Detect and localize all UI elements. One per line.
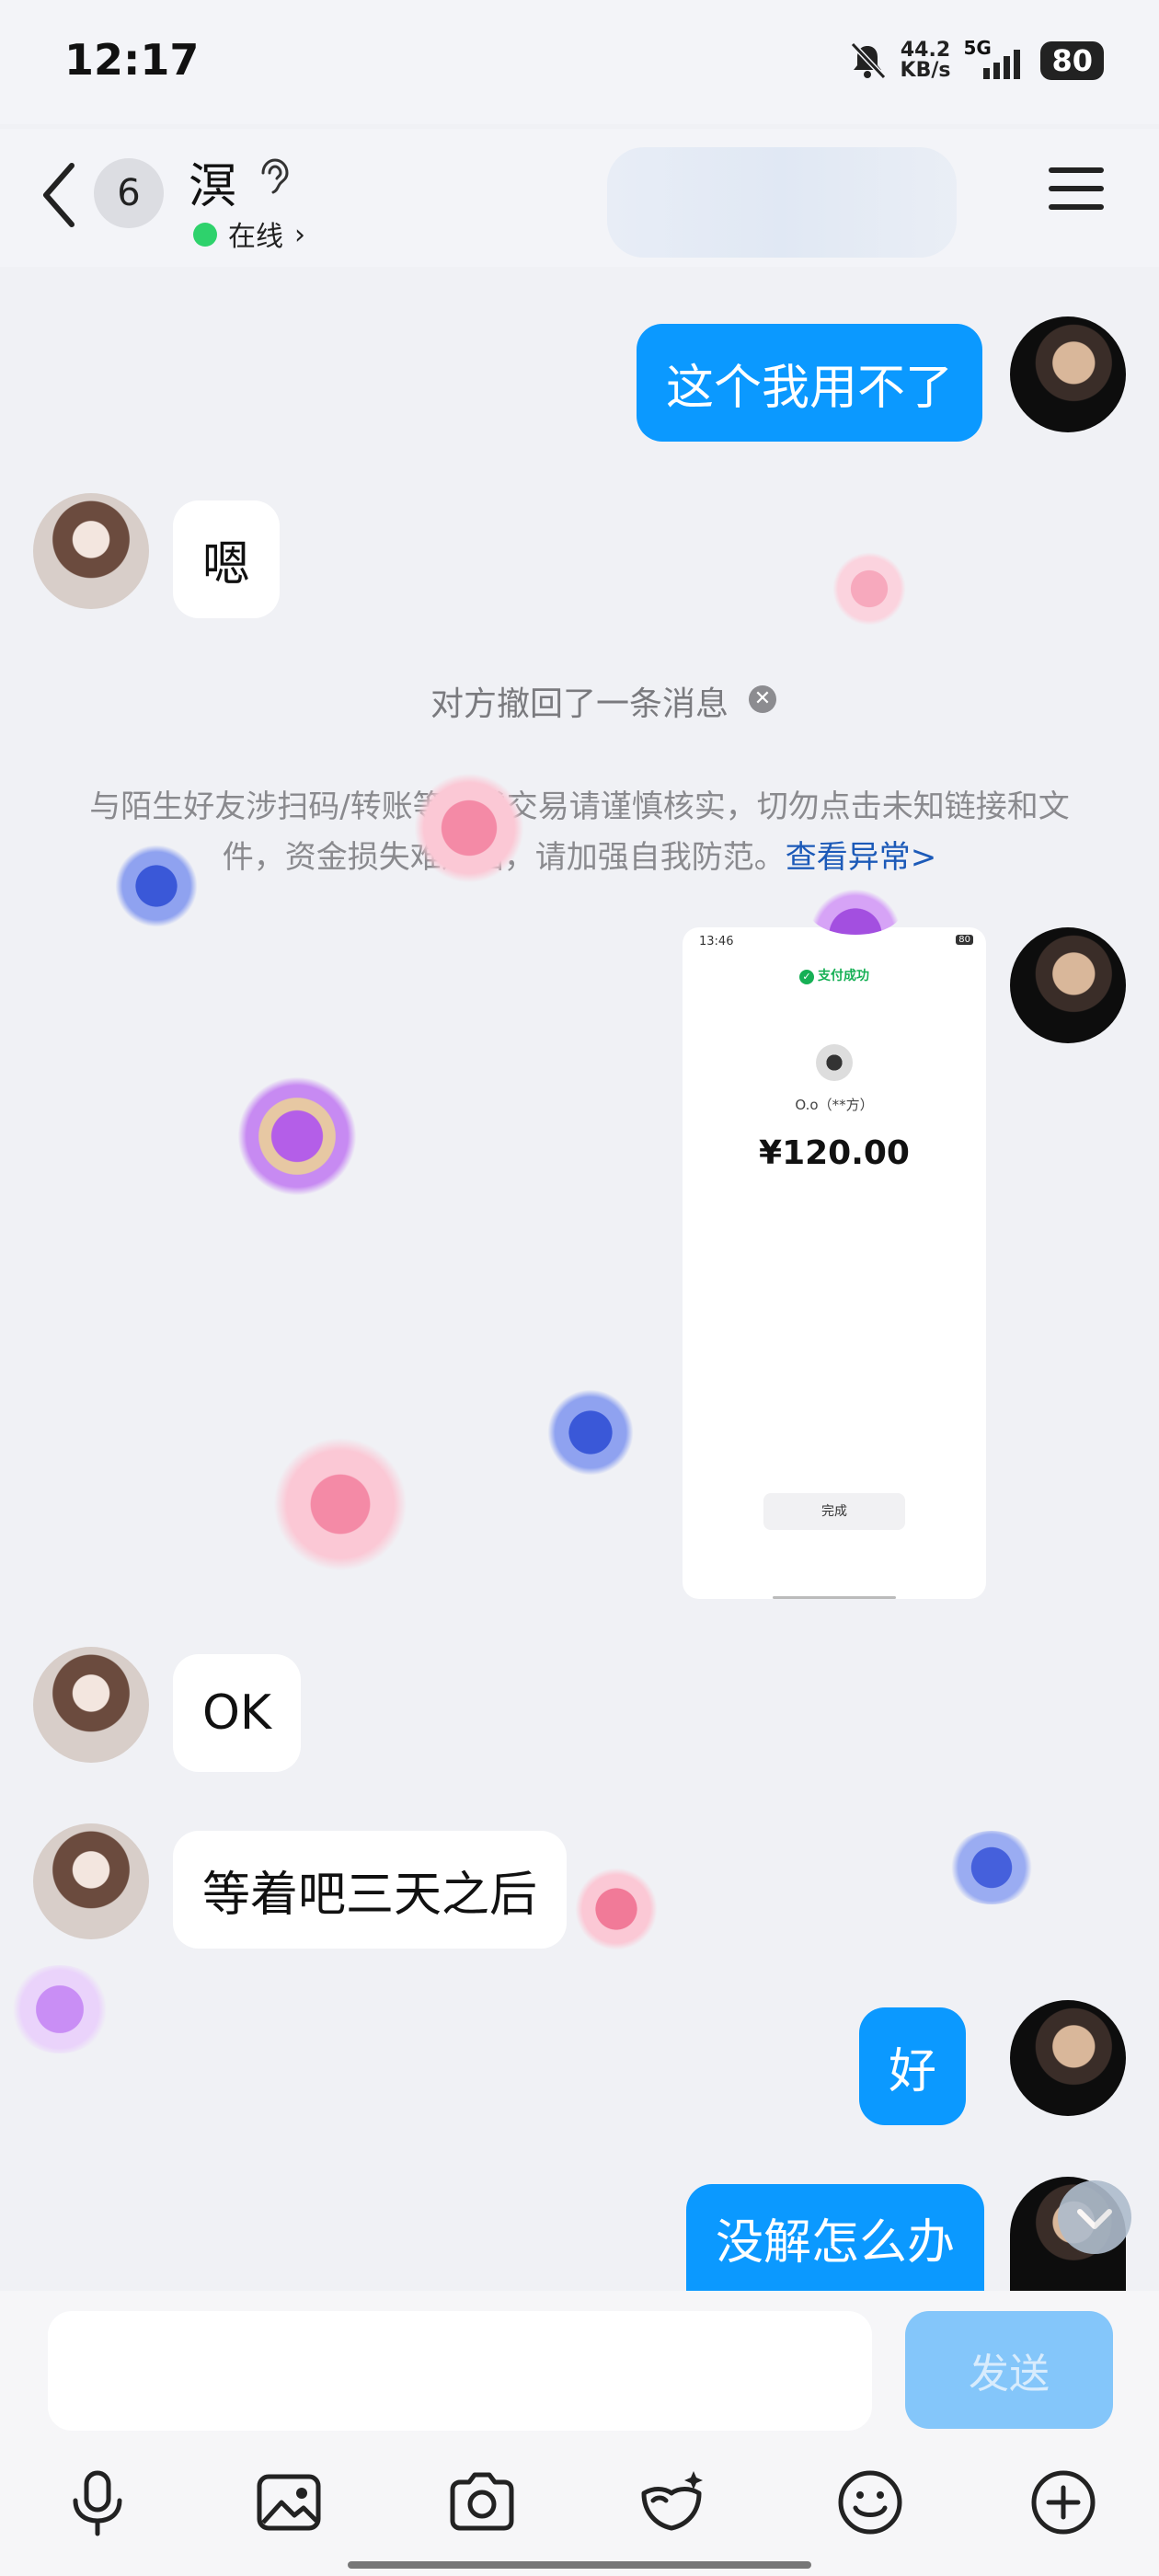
- blurred-region: [607, 147, 957, 258]
- payment-amount: ¥120.00: [759, 1134, 910, 1172]
- outgoing-message[interactable]: 这个我用不了: [637, 324, 983, 442]
- my-avatar[interactable]: [1010, 316, 1126, 432]
- rose-decoration: [115, 845, 198, 927]
- payment-screenshot-image[interactable]: 13:46 80 ✓ 支付成功 O.o（**方） ¥120.00 完成: [683, 927, 986, 1599]
- add-icon[interactable]: [1027, 2466, 1100, 2539]
- screenshot-home-bar: [773, 1596, 896, 1599]
- outgoing-message[interactable]: 好: [859, 2007, 967, 2125]
- magic-mask-icon[interactable]: [635, 2466, 708, 2539]
- view-abnormal-link[interactable]: 查看异常>: [786, 839, 937, 876]
- online-status-dot: [193, 223, 217, 247]
- payee-avatar: [816, 1044, 853, 1081]
- rose-decoration: [271, 1435, 409, 1573]
- battery-indicator: 80: [1040, 41, 1104, 80]
- safety-warning: 与陌生好友涉扫码/转账等金钱交易请谨慎核实，切勿点击未知链接和文件，资金损失难追…: [74, 782, 1085, 883]
- microphone-icon[interactable]: [61, 2466, 134, 2539]
- contact-avatar[interactable]: [33, 493, 149, 609]
- incoming-message[interactable]: 嗯: [173, 500, 281, 618]
- rose-decoration: [547, 1389, 634, 1476]
- chat-header: [0, 129, 1159, 267]
- recall-notice: 对方撤回了一条消息: [430, 685, 729, 723]
- ear-icon[interactable]: [258, 156, 291, 201]
- menu-icon[interactable]: [1049, 167, 1104, 215]
- done-button: 完成: [763, 1493, 905, 1530]
- signal-icon: 5G: [963, 37, 1027, 81]
- message-input[interactable]: [48, 2311, 872, 2431]
- unread-count-badge[interactable]: 6: [94, 158, 164, 228]
- net-speed: 44.2 KB/s: [901, 40, 951, 81]
- incoming-message[interactable]: OK: [173, 1654, 302, 1772]
- net-speed-value: 44.2: [900, 39, 951, 62]
- my-avatar[interactable]: [1010, 927, 1126, 1043]
- camera-icon[interactable]: [445, 2466, 519, 2539]
- contact-avatar[interactable]: [33, 1647, 149, 1763]
- chevron-right-icon[interactable]: ›: [294, 219, 305, 251]
- rose-decoration: [575, 1868, 658, 1950]
- home-indicator[interactable]: [348, 2561, 811, 2569]
- net-speed-unit: KB/s: [900, 59, 951, 82]
- online-status-text[interactable]: 在线: [228, 213, 283, 254]
- rose-decoration: [237, 1076, 357, 1196]
- check-circle-icon: ✓: [799, 970, 814, 984]
- rose-decoration: [809, 889, 901, 935]
- chevron-down-icon: [1077, 2209, 1112, 2229]
- payment-success-label: ✓ 支付成功: [683, 966, 986, 984]
- emoji-icon[interactable]: [833, 2466, 907, 2539]
- status-time: 12:17: [64, 35, 200, 85]
- incoming-message[interactable]: 等着吧三天之后: [173, 1831, 568, 1949]
- rose-decoration: [832, 552, 906, 626]
- scroll-down-button[interactable]: [1058, 2180, 1131, 2254]
- rose-decoration: [414, 773, 524, 883]
- contact-avatar[interactable]: [33, 1823, 149, 1939]
- back-icon[interactable]: [37, 158, 83, 232]
- status-icons: 44.2 KB/s 5G 80: [847, 37, 1104, 85]
- image-icon[interactable]: [252, 2466, 326, 2539]
- mute-bell-icon: [850, 41, 886, 80]
- screenshot-battery: 80: [956, 935, 973, 945]
- rose-decoration: [9, 1965, 110, 2053]
- payment-status-text: 支付成功: [818, 969, 869, 983]
- close-icon[interactable]: ✕: [749, 685, 776, 713]
- my-avatar[interactable]: [1010, 2000, 1126, 2116]
- send-button[interactable]: 发送: [905, 2311, 1113, 2429]
- rose-decoration: [947, 1831, 1036, 1904]
- contact-name[interactable]: 溟: [189, 147, 236, 216]
- screenshot-time: 13:46: [699, 935, 734, 949]
- outgoing-message[interactable]: 没解怎么办: [686, 2184, 985, 2291]
- network-type: 5G: [963, 37, 992, 59]
- payee-name: O.o（**方）: [795, 1097, 874, 1113]
